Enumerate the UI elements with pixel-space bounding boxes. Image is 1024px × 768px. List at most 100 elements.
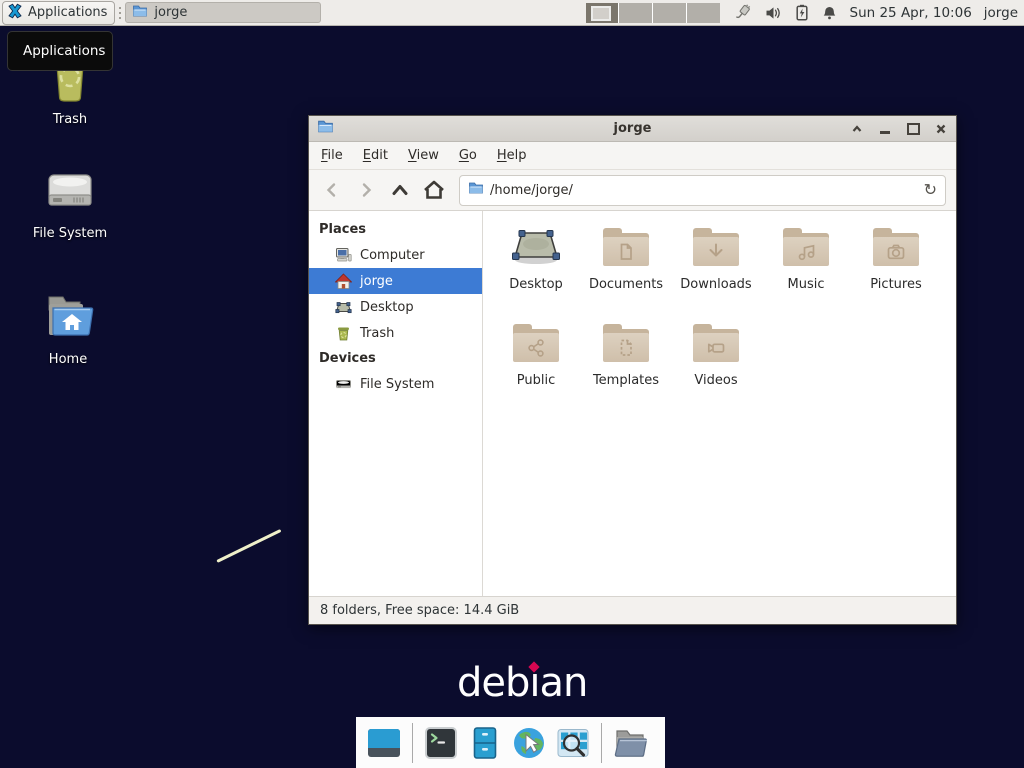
sidebar-item-file-system[interactable]: File System: [309, 371, 482, 397]
desktop-mini-icon: [335, 299, 352, 316]
maximize-button[interactable]: [906, 122, 920, 136]
workspace-window-thumbnail: [591, 6, 611, 21]
window-body: Places Computer: [309, 211, 956, 596]
downloads-folder-icon: [693, 219, 739, 275]
volume-icon[interactable]: [765, 5, 782, 21]
file-item-label: Music: [788, 277, 825, 292]
file-item-label: Videos: [694, 373, 737, 388]
public-folder-icon: [513, 315, 559, 371]
music-folder-icon: [783, 219, 829, 275]
file-item-public[interactable]: Public: [491, 315, 581, 411]
window-titlebar[interactable]: jorge: [309, 116, 956, 142]
file-item-music[interactable]: Music: [761, 219, 851, 315]
back-button[interactable]: [319, 177, 345, 203]
file-item-desktop[interactable]: Desktop: [491, 219, 581, 315]
panel-username[interactable]: jorge: [984, 5, 1018, 21]
taskbar-window-button[interactable]: jorge: [125, 2, 321, 23]
sidebar-header-places: Places: [309, 217, 482, 242]
file-item-documents[interactable]: Documents: [581, 219, 671, 315]
file-item-label: Templates: [593, 373, 659, 388]
location-bar[interactable]: /home/jorge/ ↻: [459, 175, 946, 206]
battery-charging-icon[interactable]: [795, 4, 809, 21]
file-item-downloads[interactable]: Downloads: [671, 219, 761, 315]
path-text[interactable]: /home/jorge/: [490, 183, 918, 198]
web-browser-icon[interactable]: [510, 724, 548, 762]
wallpaper-streak: [216, 529, 281, 563]
shade-button[interactable]: [850, 122, 864, 136]
dock-separator: [412, 723, 413, 763]
network-cable-icon[interactable]: [734, 4, 752, 21]
forward-button[interactable]: [353, 177, 379, 203]
home-folder-icon: [41, 291, 95, 347]
file-item-templates[interactable]: Templates: [581, 315, 671, 411]
applications-tooltip: Applications: [7, 31, 113, 71]
top-panel: Applications jorge: [0, 0, 1024, 26]
file-manager-dock-icon[interactable]: [466, 724, 504, 762]
taskbar-window-title: jorge: [154, 5, 187, 20]
menu-go[interactable]: Go: [459, 148, 477, 163]
minimize-button[interactable]: [878, 122, 892, 136]
system-tray: [734, 4, 837, 21]
desktop-icon-label: File System: [33, 226, 107, 241]
dock-separator: [601, 723, 602, 763]
terminal-icon[interactable]: [422, 724, 460, 762]
panel-clock[interactable]: Sun 25 Apr, 10:06: [850, 5, 972, 21]
workspace-3[interactable]: [653, 3, 686, 23]
pictures-folder-icon: [873, 219, 919, 275]
hard-drive-icon: [44, 167, 96, 221]
close-button[interactable]: [934, 122, 948, 136]
desktop-icon-filesystem[interactable]: File System: [15, 167, 125, 241]
sidebar-item-computer[interactable]: Computer: [309, 242, 482, 268]
statusbar: 8 folders, Free space: 14.4 GiB: [309, 596, 956, 624]
menu-help[interactable]: Help: [497, 148, 527, 163]
templates-folder-icon: [603, 315, 649, 371]
workspace-switcher[interactable]: [586, 3, 720, 23]
panel-handle[interactable]: [117, 5, 123, 21]
file-item-label: Documents: [589, 277, 663, 292]
desktop-item-icon: [511, 219, 561, 275]
drive-mini-icon: [335, 376, 352, 393]
home-icon: [335, 273, 352, 290]
folder-window-icon: [132, 3, 148, 23]
app-finder-icon[interactable]: [554, 724, 592, 762]
file-item-label: Downloads: [680, 277, 751, 292]
xfce-applications-icon: [7, 3, 23, 23]
show-desktop-icon[interactable]: [365, 724, 403, 762]
menu-view[interactable]: View: [408, 148, 439, 163]
notifications-bell-icon[interactable]: [822, 5, 837, 21]
workspace-2[interactable]: [619, 3, 652, 23]
home-button[interactable]: [421, 177, 447, 203]
sidebar-header-devices: Devices: [309, 346, 482, 371]
sidebar-item-label: Desktop: [360, 300, 414, 315]
sidebar-item-label: File System: [360, 377, 434, 392]
workspace-4[interactable]: [687, 3, 720, 23]
reload-icon[interactable]: ↻: [924, 182, 937, 198]
status-text: 8 folders, Free space: 14.4 GiB: [320, 603, 519, 618]
desktop-icon-home[interactable]: Home: [13, 291, 123, 367]
file-item-label: Pictures: [870, 277, 921, 292]
sidebar-item-desktop[interactable]: Desktop: [309, 294, 482, 320]
sidebar-item-jorge[interactable]: jorge: [309, 268, 482, 294]
debian-logo-text: an: [540, 660, 588, 706]
file-item-label: Desktop: [509, 277, 563, 292]
up-button[interactable]: [387, 177, 413, 203]
tooltip-text: Applications: [23, 43, 105, 59]
desktop-icon-label: Trash: [53, 112, 87, 127]
file-item-label: Public: [517, 373, 555, 388]
applications-menu-button[interactable]: Applications: [2, 1, 115, 25]
sidebar-item-trash[interactable]: Trash: [309, 320, 482, 346]
workspace-1[interactable]: [586, 3, 619, 23]
sidebar-item-label: jorge: [360, 274, 393, 289]
file-manager-window: jorge File Edit View Go Help: [308, 115, 957, 625]
trash-mini-icon: [335, 325, 352, 342]
window-controls: [850, 122, 948, 136]
folder-view: Desktop Documents: [483, 211, 956, 596]
menu-edit[interactable]: Edit: [363, 148, 388, 163]
file-item-videos[interactable]: Videos: [671, 315, 761, 411]
menubar: File Edit View Go Help: [309, 142, 956, 170]
desktop-icon-label: Home: [49, 352, 87, 367]
applications-menu-label: Applications: [28, 5, 107, 20]
menu-file[interactable]: File: [321, 148, 343, 163]
file-item-pictures[interactable]: Pictures: [851, 219, 941, 315]
folder-dock-icon[interactable]: [611, 724, 649, 762]
